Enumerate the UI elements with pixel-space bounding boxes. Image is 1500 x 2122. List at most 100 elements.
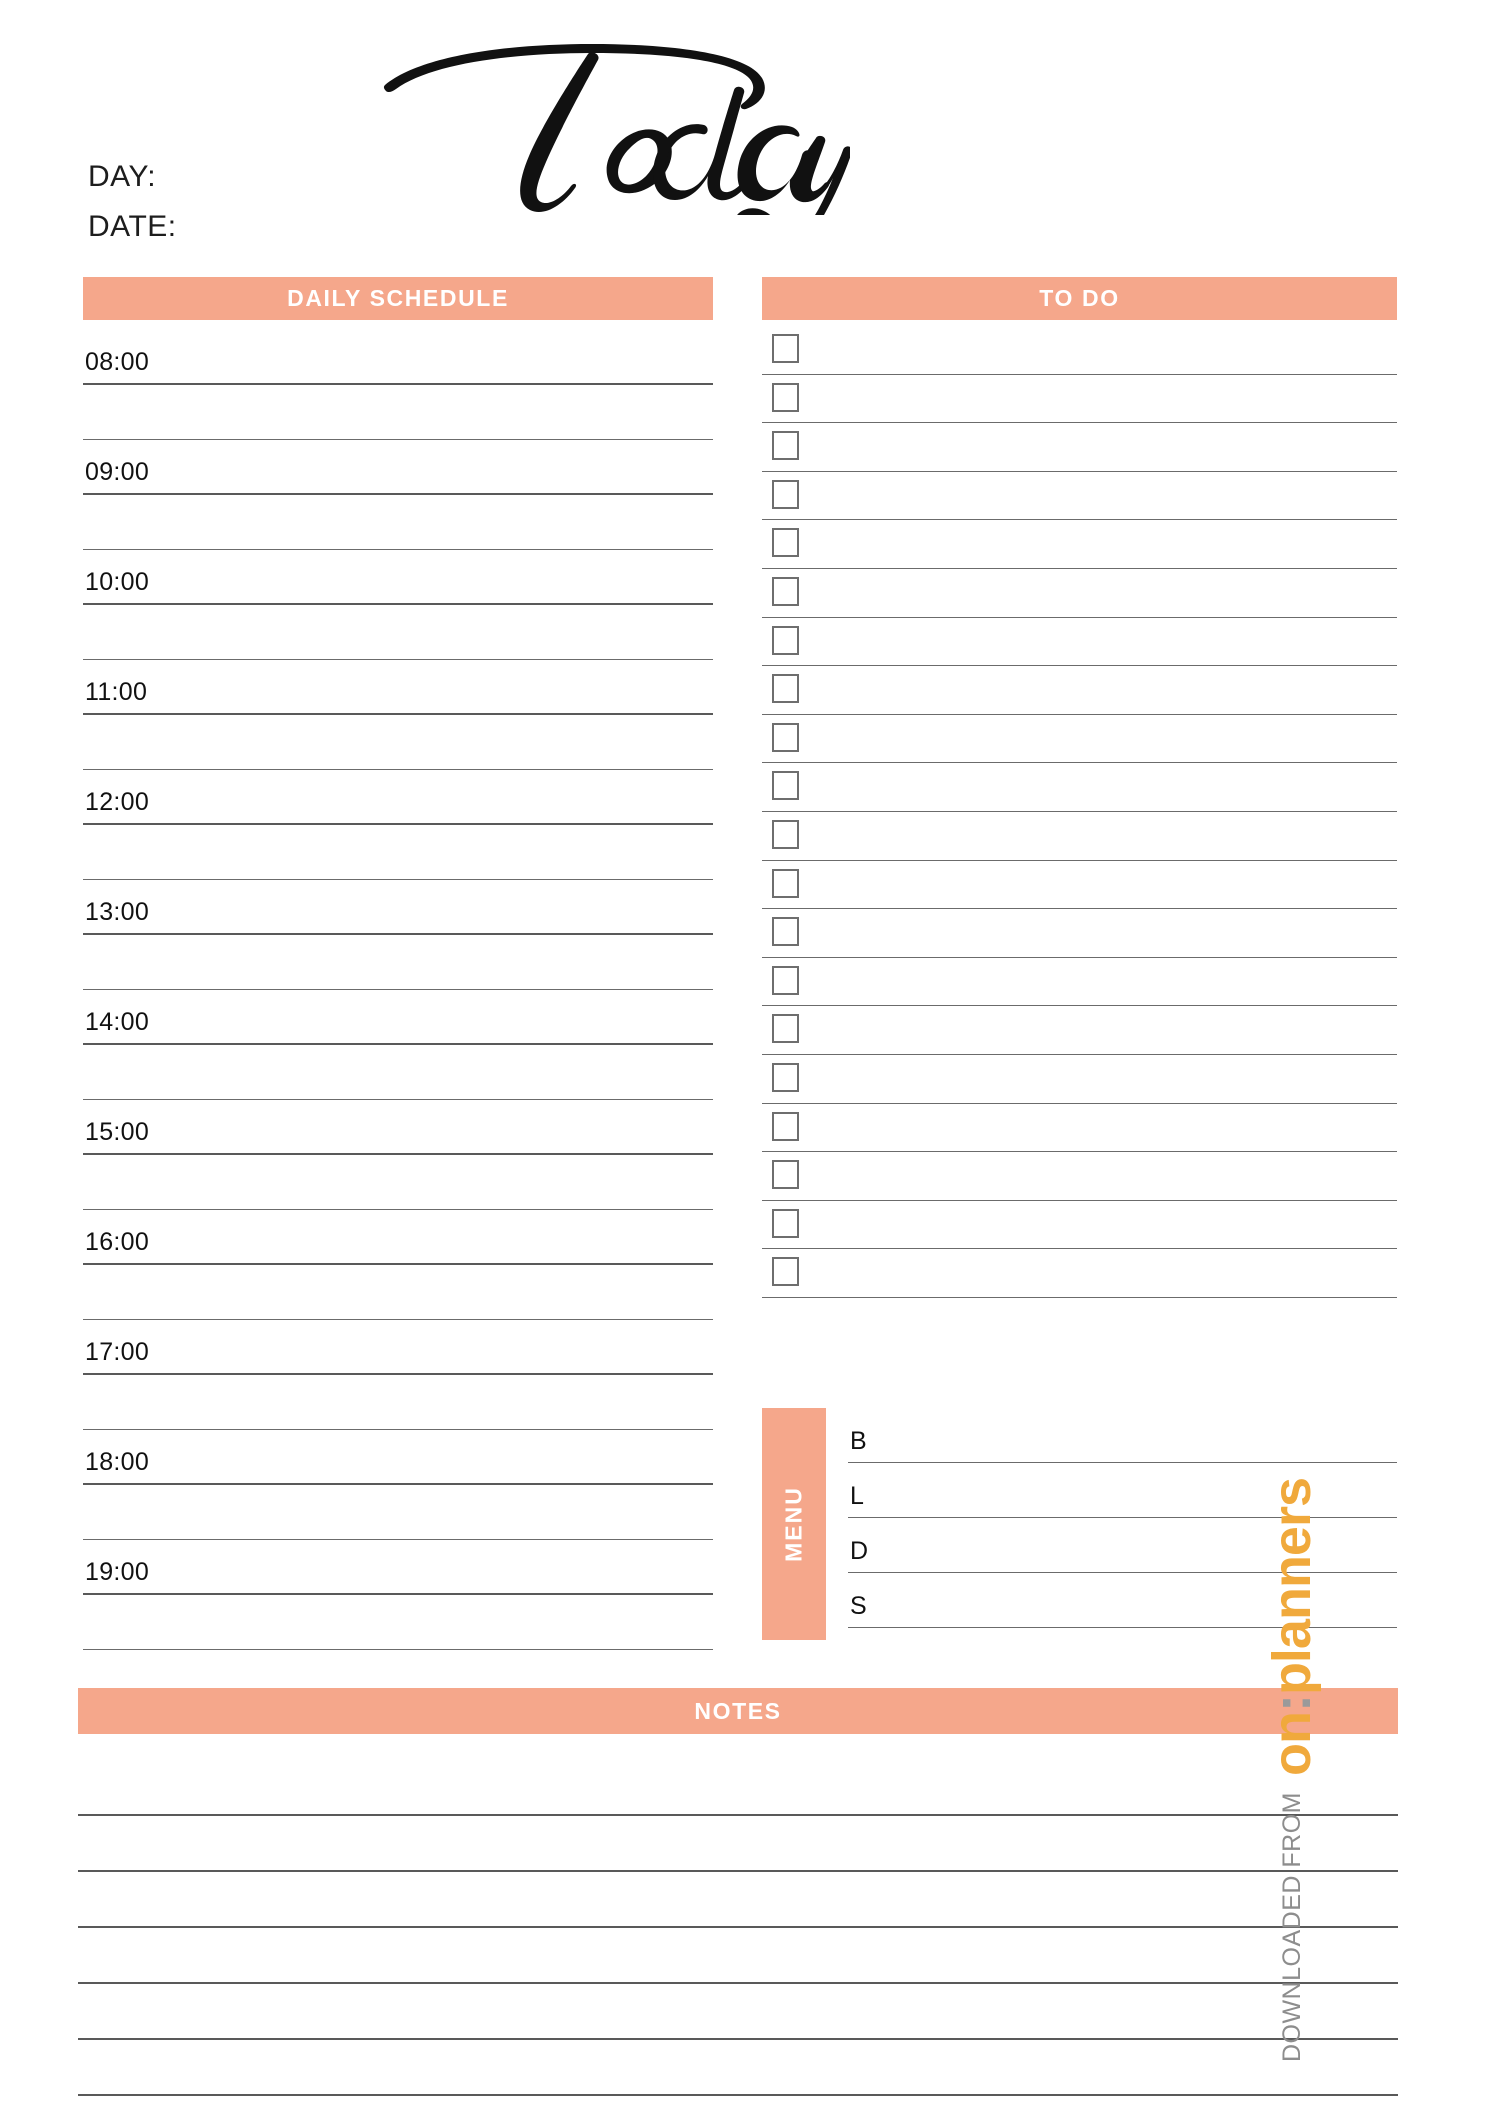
checkbox-icon[interactable] (772, 625, 799, 655)
schedule-half-hour-row[interactable] (83, 1485, 713, 1540)
todo-row[interactable] (762, 1055, 1397, 1104)
checkbox-icon[interactable] (772, 771, 799, 801)
schedule-half-hour-row[interactable] (83, 1595, 713, 1650)
schedule-row[interactable]: 17:00 (83, 1320, 713, 1375)
checkbox-icon[interactable] (772, 1062, 799, 1092)
todo-list (762, 326, 1397, 1298)
schedule-time-label: 17:00 (85, 1338, 150, 1366)
checkbox-icon[interactable] (772, 917, 799, 947)
schedule-time-label: 10:00 (85, 568, 150, 596)
checkbox-icon[interactable] (772, 528, 799, 558)
menu-row[interactable]: B (848, 1408, 1397, 1463)
todo-row[interactable] (762, 1104, 1397, 1153)
menu-tab: MENU (762, 1408, 826, 1640)
checkbox-icon[interactable] (772, 479, 799, 509)
todo-row[interactable] (762, 618, 1397, 667)
todo-row[interactable] (762, 423, 1397, 472)
notes-row[interactable] (78, 1816, 1398, 1872)
schedule-time-label: 13:00 (85, 898, 150, 926)
schedule-time-label: 18:00 (85, 1448, 150, 1476)
day-label: DAY: (88, 160, 157, 193)
schedule-row[interactable]: 16:00 (83, 1210, 713, 1265)
schedule-row[interactable]: 11:00 (83, 660, 713, 715)
checkbox-icon[interactable] (772, 819, 799, 849)
todo-row[interactable] (762, 715, 1397, 764)
menu-row-label: L (850, 1482, 864, 1510)
schedule-half-hour-row[interactable] (83, 1265, 713, 1320)
day-date-block: DAY: DATE: (88, 152, 177, 252)
notes-row[interactable] (78, 1872, 1398, 1928)
checkbox-icon[interactable] (772, 1111, 799, 1141)
todo-row[interactable] (762, 958, 1397, 1007)
schedule-half-hour-row[interactable] (83, 715, 713, 770)
schedule-row[interactable]: 08:00 (83, 330, 713, 385)
menu-row[interactable]: L (848, 1463, 1397, 1518)
notes-row[interactable] (78, 2040, 1398, 2096)
checkbox-icon[interactable] (772, 1014, 799, 1044)
checkbox-icon[interactable] (772, 1160, 799, 1190)
todo-row[interactable] (762, 763, 1397, 812)
notes-row[interactable] (78, 1928, 1398, 1984)
checkbox-icon[interactable] (772, 382, 799, 412)
todo-header: TO DO (762, 277, 1397, 320)
todo-row[interactable] (762, 520, 1397, 569)
todo-row[interactable] (762, 1201, 1397, 1250)
daily-schedule-heading-text: DAILY SCHEDULE (287, 285, 509, 311)
schedule-half-hour-row[interactable] (83, 935, 713, 990)
checkbox-icon[interactable] (772, 334, 799, 363)
schedule-time-label: 12:00 (85, 788, 150, 816)
schedule-time-label: 14:00 (85, 1008, 150, 1036)
daily-schedule-list: 08:00 09:00 10:00 11:00 12:00 13:00 14:00 15:00… (83, 330, 713, 1650)
notes-heading-text: NOTES (694, 1697, 782, 1724)
todo-row[interactable] (762, 1249, 1397, 1298)
schedule-time-label: 09:00 (85, 458, 150, 486)
todo-row[interactable] (762, 861, 1397, 910)
schedule-row[interactable]: 10:00 (83, 550, 713, 605)
checkbox-icon[interactable] (772, 722, 799, 752)
schedule-row[interactable]: 13:00 (83, 880, 713, 935)
schedule-half-hour-row[interactable] (83, 825, 713, 880)
schedule-row[interactable]: 12:00 (83, 770, 713, 825)
schedule-row[interactable]: 14:00 (83, 990, 713, 1045)
notes-header: NOTES (78, 1688, 1398, 1734)
menu-rows: BLDS (848, 1408, 1397, 1640)
schedule-half-hour-row[interactable] (83, 1155, 713, 1210)
todo-row[interactable] (762, 666, 1397, 715)
checkbox-icon[interactable] (772, 965, 799, 995)
notes-list (78, 1760, 1398, 2096)
todo-row[interactable] (762, 1006, 1397, 1055)
schedule-half-hour-row[interactable] (83, 1045, 713, 1100)
menu-row-label: D (850, 1537, 869, 1565)
schedule-row[interactable]: 18:00 (83, 1430, 713, 1485)
schedule-half-hour-row[interactable] (83, 605, 713, 660)
checkbox-icon[interactable] (772, 576, 799, 606)
todo-row[interactable] (762, 472, 1397, 521)
menu-row[interactable]: S (848, 1573, 1397, 1628)
notes-row[interactable] (78, 1984, 1398, 2040)
todo-row[interactable] (762, 569, 1397, 618)
checkbox-icon[interactable] (772, 868, 799, 898)
checkbox-icon[interactable] (772, 431, 799, 461)
todo-heading-text: TO DO (1039, 285, 1120, 311)
schedule-half-hour-row[interactable] (83, 1375, 713, 1430)
checkbox-icon[interactable] (772, 1257, 799, 1287)
todo-row[interactable] (762, 909, 1397, 958)
schedule-time-label: 08:00 (85, 348, 150, 376)
menu-row[interactable]: D (848, 1518, 1397, 1573)
schedule-half-hour-row[interactable] (83, 385, 713, 440)
checkbox-icon[interactable] (772, 674, 799, 704)
todo-row[interactable] (762, 326, 1397, 375)
notes-row[interactable] (78, 1760, 1398, 1816)
date-label: DATE: (88, 210, 177, 243)
todo-row[interactable] (762, 1152, 1397, 1201)
page-title: Today (330, 30, 850, 215)
schedule-row[interactable]: 09:00 (83, 440, 713, 495)
todo-row[interactable] (762, 812, 1397, 861)
schedule-row[interactable]: 15:00 (83, 1100, 713, 1155)
schedule-row[interactable]: 19:00 (83, 1540, 713, 1595)
schedule-time-label: 19:00 (85, 1558, 150, 1586)
schedule-half-hour-row[interactable] (83, 495, 713, 550)
checkbox-icon[interactable] (772, 1208, 799, 1238)
menu-section: MENU BLDS (762, 1408, 1397, 1640)
todo-row[interactable] (762, 375, 1397, 424)
